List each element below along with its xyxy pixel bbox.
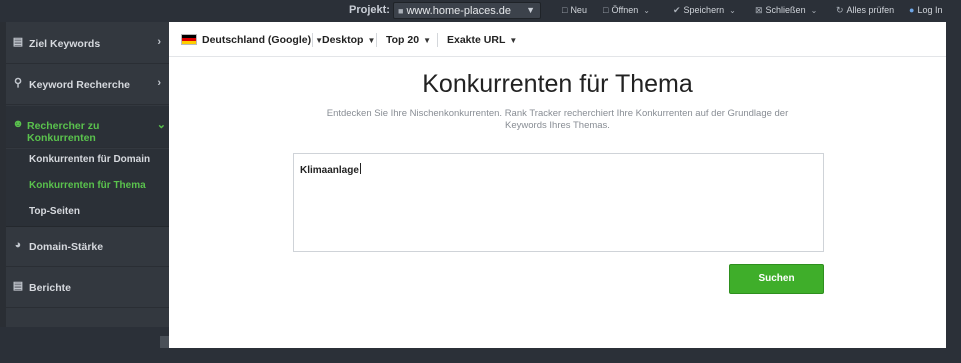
sidebar-item-label: Keyword Recherche xyxy=(29,79,130,91)
filter-bar: Deutschland (Google) ▼ Desktop ▼ Top 20 ▼ E… xyxy=(169,22,946,57)
chevron-down-icon: ⌄ xyxy=(643,6,650,15)
sidebar-item-berichte[interactable]: ▤ Berichte xyxy=(6,268,169,308)
chevron-right-icon: › xyxy=(157,77,161,89)
chevron-right-icon: › xyxy=(157,36,161,48)
chevron-down-icon: ▼ xyxy=(509,36,518,45)
check-all-button[interactable]: ↻ Alles prüfen xyxy=(836,5,894,16)
save-label: Speichern xyxy=(683,5,725,15)
save-button[interactable]: ✔ Speichern ⌄ xyxy=(673,5,736,16)
open-button[interactable]: □ Öffnen ⌄ xyxy=(603,5,650,15)
search-button[interactable]: Suchen xyxy=(729,264,824,294)
match-filter[interactable]: Exakte URL ▼ xyxy=(447,34,517,46)
chevron-down-icon: ▼ xyxy=(526,5,535,15)
open-label: Öffnen xyxy=(611,5,639,15)
sidebar-item-ziel-keywords[interactable]: ▤ Ziel Keywords › xyxy=(6,24,169,64)
country-label: Deutschland (Google) xyxy=(202,34,312,46)
chevron-down-icon: ⌄ xyxy=(810,6,818,15)
filter-divider xyxy=(376,33,377,47)
sidebar-item-label: Berichte xyxy=(29,282,72,294)
check-all-label: Alles prüfen xyxy=(846,5,895,15)
close-box-icon: ⊠ xyxy=(755,5,763,15)
top-toolbar: Projekt: ■ www.home-places.de ▼ □ Neu □ Öff… xyxy=(0,0,961,22)
filter-divider xyxy=(312,33,313,47)
country-filter[interactable]: Deutschland (Google) ▼ xyxy=(202,34,323,46)
close-label: Schließen xyxy=(765,5,806,15)
new-button[interactable]: □ Neu xyxy=(562,5,587,15)
folder-icon: □ xyxy=(603,5,609,15)
sidebar-item-label: Ziel Keywords xyxy=(29,38,101,50)
top-filter[interactable]: Top 20 ▼ xyxy=(386,34,431,46)
match-label: Exakte URL xyxy=(447,34,506,46)
search-icon: ⚲ xyxy=(13,77,23,89)
chevron-down-icon: ▼ xyxy=(423,36,431,45)
sidebar-item-domain-staerke[interactable]: ◕ Domain-Stärke xyxy=(6,227,169,267)
sidebar-scrollbar[interactable] xyxy=(160,336,169,348)
page-description: Entdecken Sie Ihre Nischenkonkurrenten. … xyxy=(326,108,789,131)
login-label: Log In xyxy=(917,5,943,15)
keyword-input[interactable]: Klimaanlage xyxy=(293,153,824,252)
top-label: Top 20 xyxy=(386,34,420,46)
main-panel: Deutschland (Google) ▼ Desktop ▼ Top 20 ▼ E… xyxy=(169,22,946,348)
chevron-down-icon: ⌄ xyxy=(156,119,166,131)
document-icon: □ xyxy=(562,5,568,15)
chevron-down-icon: ▼ xyxy=(367,36,376,45)
chevron-down-icon: ⌄ xyxy=(729,6,736,15)
site-icon: ■ xyxy=(398,6,404,16)
device-label: Desktop xyxy=(322,34,364,46)
sidebar-item-konkurrenten[interactable]: ☻ Rechercher zu Konkurrenten ⌄ xyxy=(6,106,169,148)
device-filter[interactable]: Desktop ▼ xyxy=(322,34,375,46)
page-title: Konkurrenten für Thema xyxy=(422,70,693,98)
sidebar-subitem-domain[interactable]: Konkurrenten für Domain xyxy=(29,154,150,165)
sidebar-item-label: Domain-Stärke xyxy=(29,241,104,253)
user-icon: ● xyxy=(909,5,915,15)
project-label: Projekt: xyxy=(349,4,390,16)
project-select[interactable]: ■ www.home-places.de ▼ xyxy=(393,2,541,19)
sidebar-subitem-top-seiten[interactable]: Top-Seiten xyxy=(29,206,80,217)
filter-divider xyxy=(437,33,438,47)
close-button[interactable]: ⊠ Schließen ⌄ xyxy=(755,5,817,16)
save-icon: ✔ xyxy=(673,5,681,15)
sidebar-item-keyword-recherche[interactable]: ⚲ Keyword Recherche › xyxy=(6,65,169,105)
gauge-icon: ◕ xyxy=(14,239,22,251)
germany-flag-icon xyxy=(181,34,197,45)
keyword-value: Klimaanlage xyxy=(300,165,359,176)
person-icon: ☻ xyxy=(12,118,24,130)
text-caret xyxy=(359,163,361,174)
sidebar-item-label: Rechercher zu Konkurrenten xyxy=(27,120,100,144)
refresh-icon: ↻ xyxy=(836,5,844,15)
chart-icon: ▤ xyxy=(12,36,24,48)
sidebar-subitem-thema[interactable]: Konkurrenten für Thema xyxy=(29,180,146,191)
sidebar: ▤ Ziel Keywords › ⚲ Keyword Recherche › … xyxy=(6,22,169,327)
sidebar-submenu: Konkurrenten für Domain Konkurrenten für… xyxy=(6,149,169,227)
login-button[interactable]: ● Log In xyxy=(909,5,942,15)
new-label: Neu xyxy=(570,5,587,15)
project-value: www.home-places.de xyxy=(406,5,511,17)
report-icon: ▤ xyxy=(12,280,24,292)
